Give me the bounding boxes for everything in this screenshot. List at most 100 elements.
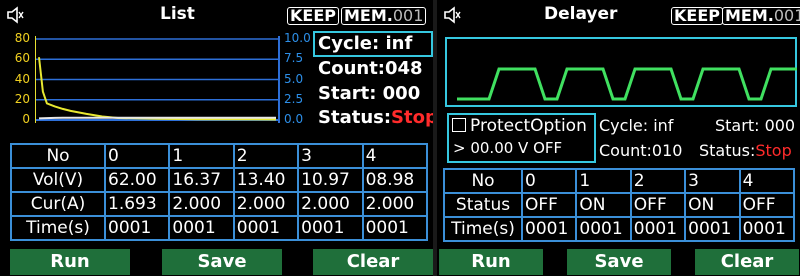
start-value: Start: 000 bbox=[715, 116, 796, 135]
table-cell[interactable]: 0001 bbox=[297, 215, 364, 241]
right-tick-label: 10.0 bbox=[284, 31, 311, 45]
protect-value: > 00.00 V OFF bbox=[453, 139, 563, 157]
count-value: Count:010 bbox=[599, 141, 683, 160]
speaker-muted-icon[interactable] bbox=[6, 6, 24, 24]
table-cell[interactable]: 3 bbox=[684, 168, 741, 194]
run-button[interactable]: Run bbox=[10, 249, 130, 275]
protect-option-label: ProtectOption bbox=[470, 116, 587, 136]
table-cell[interactable]: 0001 bbox=[232, 215, 300, 241]
right-tick-label: 0.0 bbox=[284, 112, 304, 126]
left-tick-label: 60 bbox=[14, 51, 30, 66]
memory-prefix: MEM. bbox=[344, 6, 393, 25]
table-cell: Time(s) bbox=[443, 216, 523, 242]
table-cell[interactable]: 0001 bbox=[103, 215, 171, 241]
table-cell: Status bbox=[443, 192, 523, 218]
page-title: List bbox=[160, 4, 195, 24]
left-tick-label: 20 bbox=[14, 91, 30, 106]
right-tick-label: 2.5 bbox=[284, 91, 304, 106]
table-cell[interactable]: 1 bbox=[575, 168, 632, 194]
status-label: Status: bbox=[699, 141, 756, 160]
table-cell[interactable]: OFF bbox=[520, 192, 578, 218]
table-cell[interactable]: 16.37 bbox=[168, 167, 235, 193]
table-cell[interactable]: 0001 bbox=[361, 215, 429, 241]
memory-number: 001 bbox=[392, 6, 424, 25]
table-cell[interactable]: 4 bbox=[738, 168, 796, 194]
table-row: Time(s) 0001 0001 0001 0001 0001 bbox=[10, 215, 429, 241]
delay-waveform bbox=[445, 37, 797, 107]
table-cell[interactable]: 1.693 bbox=[103, 191, 171, 217]
cycle-value: Cycle: inf bbox=[599, 116, 674, 135]
save-button[interactable]: Save bbox=[162, 249, 282, 275]
table-cell[interactable]: 3 bbox=[297, 143, 364, 169]
table-cell[interactable]: 10.97 bbox=[297, 167, 364, 193]
page-title: Delayer bbox=[544, 4, 618, 24]
memory-badge[interactable]: MEM.001 bbox=[341, 6, 427, 25]
keep-badge: KEEP bbox=[287, 7, 339, 25]
table-cell: No bbox=[443, 168, 523, 194]
right-tick-label: 5.0 bbox=[284, 71, 304, 86]
list-table: No 0 1 2 3 4 Vol(V) 62.00 16.37 13.40 10… bbox=[10, 143, 429, 241]
status-line: Status:Stop bbox=[699, 141, 792, 160]
status-label: Status: bbox=[318, 107, 392, 128]
speaker-muted-icon[interactable] bbox=[443, 6, 461, 24]
left-tick-label: 80 bbox=[14, 31, 30, 45]
table-cell: Time(s) bbox=[10, 215, 106, 241]
table-row: Status OFF ON OFF ON OFF bbox=[443, 192, 796, 218]
delayer-screen: Delayer KEEP MEM.001 ProtectOption > 00.… bbox=[437, 0, 800, 276]
protect-option-line: ProtectOption bbox=[452, 116, 587, 136]
table-row: Time(s) 0001 0001 0001 0001 0001 bbox=[443, 216, 796, 242]
table-cell[interactable]: 2.000 bbox=[361, 191, 429, 217]
table-cell: Cur(A) bbox=[10, 191, 106, 217]
table-cell[interactable]: 0 bbox=[520, 168, 578, 194]
start-value: Start: 000 bbox=[318, 83, 421, 104]
table-cell[interactable]: 13.40 bbox=[232, 167, 300, 193]
status-value: Stop bbox=[755, 141, 792, 160]
table-cell[interactable]: 1 bbox=[168, 143, 235, 169]
table-row: No 0 1 2 3 4 bbox=[443, 168, 796, 194]
table-cell[interactable]: OFF bbox=[738, 192, 796, 218]
table-row: Vol(V) 62.00 16.37 13.40 10.97 08.98 bbox=[10, 167, 429, 193]
table-cell[interactable]: 0001 bbox=[684, 216, 741, 242]
memory-prefix: MEM. bbox=[725, 6, 774, 25]
table-cell[interactable]: 2.000 bbox=[297, 191, 364, 217]
table-cell[interactable]: 0001 bbox=[520, 216, 578, 242]
cycle-value: Cycle: inf bbox=[318, 33, 413, 54]
table-cell[interactable]: 62.00 bbox=[103, 167, 171, 193]
table-cell[interactable]: 4 bbox=[361, 143, 429, 169]
clear-select-button[interactable]: Clear Select bbox=[695, 249, 799, 275]
status-value: Stop bbox=[391, 107, 433, 128]
table-cell[interactable]: OFF bbox=[629, 192, 687, 218]
clear-select-button[interactable]: Clear Select bbox=[313, 249, 433, 275]
list-screen: List KEEP MEM.001 80 60 40 20 0 10.0 7.5 5.0 2.… bbox=[0, 0, 433, 276]
count-value: Count:048 bbox=[318, 58, 423, 79]
save-button[interactable]: Save bbox=[567, 249, 671, 275]
protect-checkbox[interactable] bbox=[452, 118, 466, 132]
table-row: No 0 1 2 3 4 bbox=[10, 143, 429, 169]
left-tick-label: 0 bbox=[22, 112, 30, 126]
table-cell[interactable]: 0 bbox=[103, 143, 171, 169]
voltage-series-line bbox=[38, 57, 277, 121]
table-cell[interactable]: 2.000 bbox=[232, 191, 300, 217]
status-line: Status:Stop bbox=[318, 107, 433, 128]
run-button[interactable]: Run bbox=[439, 249, 543, 275]
keep-badge: KEEP bbox=[671, 7, 723, 25]
table-cell[interactable]: 2.000 bbox=[168, 191, 235, 217]
table-cell[interactable]: 0001 bbox=[629, 216, 687, 242]
memory-badge[interactable]: MEM.001 bbox=[722, 7, 800, 25]
table-cell[interactable]: ON bbox=[575, 192, 632, 218]
memory-number: 001 bbox=[773, 6, 800, 25]
table-cell[interactable]: 0001 bbox=[168, 215, 235, 241]
table-cell[interactable]: ON bbox=[684, 192, 741, 218]
waveform-chart bbox=[35, 36, 280, 123]
table-cell[interactable]: 0001 bbox=[575, 216, 632, 242]
right-tick-label: 7.5 bbox=[284, 51, 304, 66]
delay-table: No 0 1 2 3 4 Status OFF ON OFF ON OFF Ti… bbox=[443, 168, 796, 242]
table-cell[interactable]: 0001 bbox=[738, 216, 796, 242]
table-cell: No bbox=[10, 143, 106, 169]
table-cell[interactable]: 2 bbox=[232, 143, 300, 169]
table-cell[interactable]: 08.98 bbox=[361, 167, 429, 193]
table-row: Cur(A) 1.693 2.000 2.000 2.000 2.000 bbox=[10, 191, 429, 217]
table-cell[interactable]: 2 bbox=[629, 168, 687, 194]
current-series-line bbox=[38, 116, 276, 120]
table-cell: Vol(V) bbox=[10, 167, 106, 193]
